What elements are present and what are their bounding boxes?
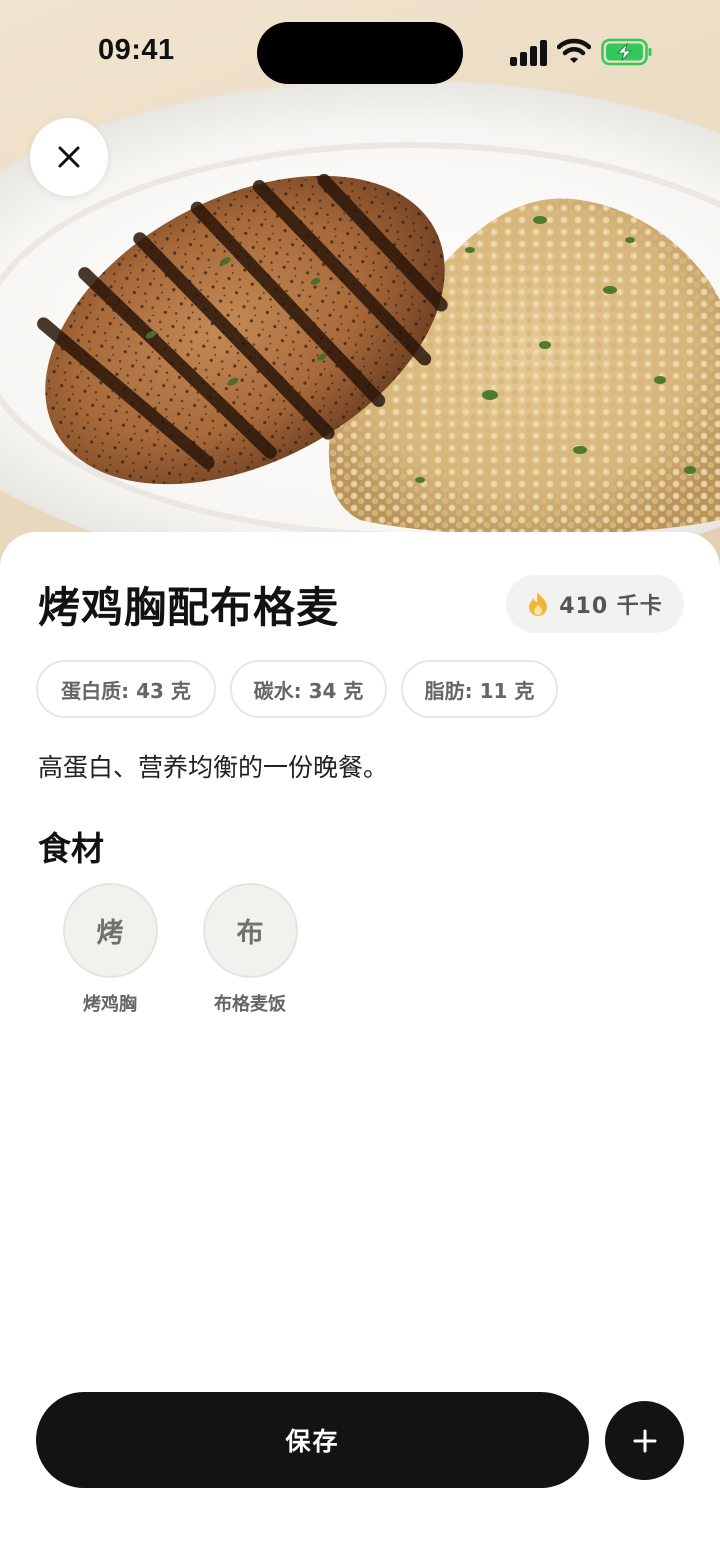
save-button-label: 保存 — [285, 1427, 340, 1456]
ingredients-heading: 食材 — [38, 829, 104, 868]
status-time: 09:41 — [98, 34, 175, 66]
ingredient-avatar: 布 — [202, 883, 298, 978]
ingredient-item[interactable]: 烤 烤鸡胸 — [40, 883, 180, 1016]
macro-chips: 蛋白质: 43 克 碳水: 34 克 脂肪: 11 克 — [36, 660, 558, 718]
plus-icon — [633, 1429, 656, 1452]
ingredient-avatar: 烤 — [62, 883, 158, 978]
wifi-icon — [557, 38, 591, 63]
status-bar: 09:41 — [0, 0, 720, 110]
meal-title: 烤鸡胸配布格麦 — [38, 583, 340, 632]
meal-description: 高蛋白、营养均衡的一份晚餐。 — [38, 753, 389, 782]
ingredients-list: 烤 烤鸡胸 布 布格麦饭 — [40, 883, 320, 1016]
close-button[interactable] — [30, 118, 108, 196]
flame-icon — [529, 592, 548, 616]
add-button[interactable] — [605, 1401, 684, 1480]
carbs-chip: 碳水: 34 克 — [230, 660, 387, 718]
calories-badge: 410 千卡 — [506, 575, 684, 633]
ingredient-label: 布格麦饭 — [214, 994, 286, 1015]
calories-value: 410 千卡 — [559, 594, 663, 619]
ingredient-item[interactable]: 布 布格麦饭 — [180, 883, 320, 1016]
save-button[interactable]: 保存 — [36, 1392, 589, 1488]
close-icon — [58, 146, 80, 168]
ingredient-label: 烤鸡胸 — [83, 994, 137, 1015]
protein-chip: 蛋白质: 43 克 — [36, 660, 216, 718]
dynamic-island — [257, 22, 463, 84]
cellular-signal-icon — [510, 40, 547, 66]
battery-charging-icon — [601, 38, 652, 66]
fat-chip: 脂肪: 11 克 — [401, 660, 558, 718]
